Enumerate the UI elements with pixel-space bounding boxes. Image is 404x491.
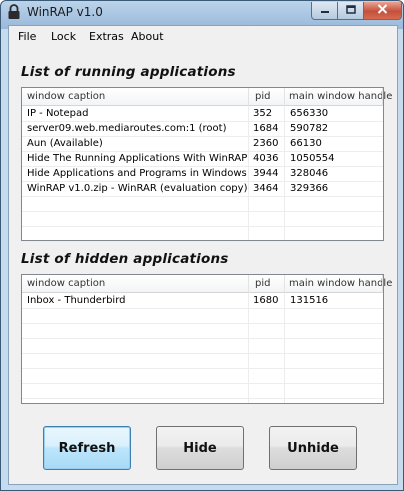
- padlock-icon: [7, 4, 21, 20]
- column-divider[interactable]: [248, 275, 249, 293]
- cell-caption: Hide The Running Applications With WinRA…: [27, 153, 247, 164]
- maximize-button[interactable]: [338, 2, 364, 20]
- column-header-handle[interactable]: main window handle: [289, 91, 392, 102]
- cell-caption: server09.web.mediaroutes.com:1 (root): [27, 123, 227, 134]
- menu-lock[interactable]: Lock: [51, 30, 76, 43]
- empty-row: [22, 309, 383, 324]
- column-header-caption[interactable]: window caption: [27, 91, 105, 102]
- column-header-pid[interactable]: pid: [255, 278, 270, 289]
- table-row[interactable]: IP - Notepad 352 656330: [22, 107, 383, 122]
- client-area: File Lock Extras About List of running a…: [8, 25, 398, 485]
- cell-caption: Inbox - Thunderbird: [27, 295, 126, 306]
- cell-pid: 4036: [253, 153, 279, 164]
- column-divider[interactable]: [284, 275, 285, 293]
- table-row[interactable]: Inbox - Thunderbird 1680 131516: [22, 294, 383, 309]
- empty-row: [22, 339, 383, 354]
- empty-row: [22, 227, 383, 242]
- hide-button[interactable]: Hide: [156, 426, 244, 470]
- cell-handle: 656330: [290, 108, 329, 119]
- cell-pid: 2360: [253, 138, 279, 149]
- cell-caption: Hide Applications and Programs in Window…: [27, 168, 247, 179]
- cell-pid: 1680: [253, 295, 279, 306]
- cell-caption: Aun (Available): [27, 138, 103, 149]
- cell-pid: 352: [253, 108, 273, 119]
- table-row[interactable]: WinRAP v1.0.zip - WinRAR (evaluation cop…: [22, 182, 383, 197]
- unhide-button[interactable]: Unhide: [269, 426, 357, 470]
- hidden-list-title: List of hidden applications: [21, 251, 229, 267]
- table-row[interactable]: Aun (Available) 2360 66130: [22, 137, 383, 152]
- column-divider[interactable]: [284, 88, 285, 106]
- cell-handle: 328046: [290, 168, 329, 179]
- cell-pid: 3464: [253, 183, 279, 194]
- cell-handle: 1050554: [290, 153, 335, 164]
- empty-row: [22, 354, 383, 369]
- empty-row: [22, 212, 383, 227]
- table-row[interactable]: Hide The Running Applications With WinRA…: [22, 152, 383, 167]
- minimize-icon: [320, 4, 330, 17]
- menu-about[interactable]: About: [131, 30, 164, 43]
- column-header-caption[interactable]: window caption: [27, 278, 105, 289]
- close-icon: [377, 4, 388, 17]
- cell-handle: 590782: [290, 123, 329, 134]
- cell-caption: WinRAP v1.0.zip - WinRAR (evaluation cop…: [27, 183, 247, 194]
- running-apps-list[interactable]: window caption pid main window handle IP…: [21, 87, 392, 242]
- running-list-header: window caption pid main window handle: [22, 88, 392, 106]
- running-list-title: List of running applications: [21, 64, 236, 80]
- cell-caption: IP - Notepad: [27, 108, 89, 119]
- window-title: WinRAP v1.0: [27, 5, 103, 19]
- column-divider: [382, 275, 383, 293]
- table-row[interactable]: Hide Applications and Programs in Window…: [22, 167, 383, 182]
- empty-row: [22, 369, 383, 384]
- cell-pid: 3944: [253, 168, 279, 179]
- close-button[interactable]: [364, 2, 402, 20]
- table-row[interactable]: server09.web.mediaroutes.com:1 (root) 168…: [22, 122, 383, 137]
- empty-row: [22, 384, 383, 399]
- empty-row: [22, 324, 383, 339]
- column-header-handle[interactable]: main window handle: [289, 278, 392, 289]
- refresh-button[interactable]: Refresh: [43, 426, 131, 470]
- hidden-list-header: window caption pid main window handle: [22, 275, 392, 293]
- minimize-button[interactable]: [311, 2, 338, 20]
- empty-row: [22, 197, 383, 212]
- cell-pid: 1684: [253, 123, 279, 134]
- column-header-pid[interactable]: pid: [255, 91, 270, 102]
- column-divider: [382, 88, 383, 106]
- cell-handle: 66130: [290, 138, 322, 149]
- app-window: WinRAP v1.0 File Lock Extras About List …: [0, 0, 404, 491]
- cell-handle: 329366: [290, 183, 329, 194]
- title-bar[interactable]: WinRAP v1.0: [1, 1, 403, 25]
- hidden-apps-list[interactable]: window caption pid main window handle In…: [21, 274, 392, 404]
- menu-file[interactable]: File: [18, 30, 36, 43]
- menu-bar: File Lock Extras About: [9, 26, 397, 48]
- menu-extras[interactable]: Extras: [89, 30, 124, 43]
- column-divider[interactable]: [248, 88, 249, 106]
- cell-handle: 131516: [290, 295, 329, 306]
- maximize-icon: [345, 4, 356, 17]
